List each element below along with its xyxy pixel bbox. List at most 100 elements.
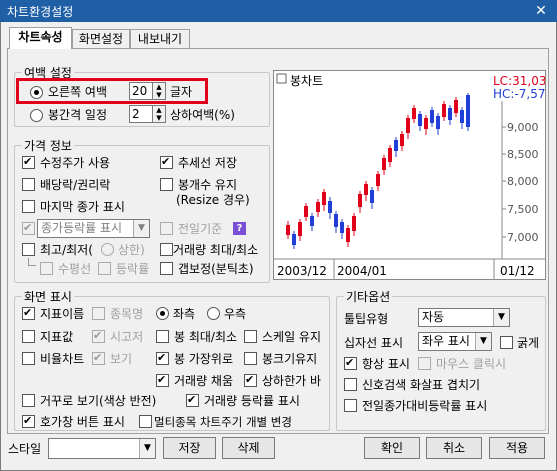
candle-gap-unit: 상하여백(%): [170, 108, 235, 122]
last-price-label: 마지막 종가 표시: [40, 200, 125, 214]
indicator-value-checkbox[interactable]: [22, 330, 35, 343]
candle-body: [454, 100, 458, 113]
scale-keep-checkbox[interactable]: [244, 330, 257, 343]
x-label-left: 2003/12: [277, 264, 327, 278]
hc-label: HC:-7,57: [493, 87, 546, 101]
candle-body: [448, 108, 452, 120]
candle-top-checkbox[interactable]: [156, 351, 169, 365]
bold-label: 굵게: [517, 336, 540, 350]
reverse-view-checkbox[interactable]: [22, 394, 35, 407]
item-name-checkbox[interactable]: [92, 307, 105, 320]
trendline-save-checkbox[interactable]: [160, 155, 173, 169]
mouse-click-checkbox[interactable]: [418, 357, 431, 370]
gap-adjust-checkbox[interactable]: [160, 262, 173, 275]
cancel-button[interactable]: 취소: [426, 437, 482, 459]
candle-body: [400, 134, 404, 146]
sub-flat-checkbox[interactable]: [40, 262, 53, 275]
item-name-label: 종목명: [110, 307, 144, 321]
prev-base-label: 전일기준: [178, 222, 223, 236]
position-right-label: 우측: [224, 307, 247, 321]
candle-body: [442, 104, 446, 117]
bold-checkbox[interactable]: [500, 336, 513, 349]
tree-connector: [28, 258, 36, 266]
save-button[interactable]: 저장: [163, 437, 216, 459]
candle-gap-input[interactable]: 2: [129, 105, 153, 123]
signal-overlap-checkbox[interactable]: [344, 378, 357, 391]
y-tick-label: 9,000: [507, 121, 539, 134]
sub-rate-checkbox[interactable]: [98, 262, 111, 275]
view-label: 보기: [110, 352, 133, 366]
multi-item-checkbox[interactable]: [139, 415, 152, 428]
tab-chart-properties[interactable]: 차트속성: [9, 27, 72, 49]
candle-keep-label: 봉개수 유지: [178, 178, 238, 192]
candle-body: [292, 234, 296, 245]
upper-lower-checkbox[interactable]: [244, 373, 257, 387]
tab-export[interactable]: 내보내기: [130, 29, 190, 49]
sub-rate-label: 등락률: [116, 262, 150, 276]
candle-gap-spinner[interactable]: ▲ ▼: [152, 105, 166, 123]
y-ticks: 9,000 8,500 8,000 7,500 7,000: [502, 121, 539, 244]
tooltip-select[interactable]: 자동 ▼: [418, 308, 510, 327]
help-icon[interactable]: ?: [233, 222, 246, 235]
dividend-label: 배당락/권리락: [40, 178, 111, 192]
chevron-down-icon: ▼: [133, 220, 149, 237]
candle-body: [388, 148, 392, 162]
prev-base-checkbox[interactable]: [160, 222, 173, 235]
signal-overlap-label: 신호검색 화살표 겹치기: [362, 378, 481, 392]
candle-top-label: 봉 가장위로: [174, 352, 234, 366]
candle-body: [436, 116, 440, 129]
candle-gap-radio[interactable]: [30, 109, 43, 122]
right-margin-radio[interactable]: [30, 86, 43, 99]
last-price-checkbox[interactable]: [22, 200, 35, 213]
candle-hl-checkbox[interactable]: [156, 330, 169, 343]
volume-fill-checkbox[interactable]: [156, 373, 169, 387]
candle-body: [346, 228, 350, 242]
chevron-down-icon: ▼: [139, 439, 155, 458]
crosshair-select[interactable]: 좌우 표시 ▼: [418, 332, 492, 351]
tooltip-label: 툴팁유형: [344, 312, 389, 326]
high-low-option-radio[interactable]: [101, 243, 114, 256]
preview-title: 봉차트: [290, 74, 323, 88]
position-left-radio[interactable]: [156, 307, 169, 320]
right-margin-input[interactable]: 20: [129, 82, 153, 100]
rate-show-checkbox[interactable]: [22, 221, 35, 235]
hoga-button-checkbox[interactable]: [22, 414, 35, 428]
high-low-checkbox[interactable]: [22, 243, 35, 256]
time-axis-label: 시고저: [110, 330, 144, 344]
view-checkbox[interactable]: [92, 351, 105, 365]
right-margin-spinner[interactable]: ▲ ▼: [152, 82, 166, 100]
rate-show-select[interactable]: 종가등락률 표시 ▼: [37, 219, 150, 238]
candle-body: [394, 140, 398, 151]
delete-button[interactable]: 삭제: [222, 437, 275, 459]
candle-width-checkbox[interactable]: [244, 352, 257, 365]
always-show-label: 항상 표시: [362, 357, 410, 371]
candle-gap-label: 봉간격 일정: [48, 108, 108, 122]
resize-note: (Resize 경우): [176, 193, 250, 207]
position-right-radio[interactable]: [207, 307, 220, 320]
candle-body: [418, 114, 422, 126]
x-label-right: 01/12: [500, 264, 535, 278]
time-axis-checkbox[interactable]: [92, 329, 105, 343]
ok-button[interactable]: 확인: [364, 437, 420, 459]
right-margin-label: 오른쪽 여백: [48, 85, 108, 99]
tab-screen-settings[interactable]: 화면설정: [72, 29, 130, 49]
candle-body: [412, 108, 416, 119]
tooltip-value: 자동: [422, 310, 445, 324]
style-select[interactable]: ▼: [48, 438, 156, 459]
close-icon[interactable]: ✕: [530, 2, 552, 20]
volume-rate-checkbox[interactable]: [186, 393, 199, 407]
adj-price-checkbox[interactable]: [22, 155, 35, 169]
volume-hl-checkbox[interactable]: [160, 243, 173, 256]
ratio-chart-checkbox[interactable]: [22, 352, 35, 365]
always-show-checkbox[interactable]: [344, 356, 357, 370]
prev-close-rate-label: 전일종가대비등락률 표시: [362, 399, 488, 413]
indicator-name-checkbox[interactable]: [22, 306, 35, 320]
trendline-save-label: 추세선 저장: [178, 156, 238, 170]
prev-close-rate-checkbox[interactable]: [344, 399, 357, 412]
candle-hl-label: 봉 최대/최소: [174, 330, 238, 344]
apply-button[interactable]: 적용: [489, 437, 545, 459]
candle-body: [370, 190, 374, 203]
dividend-checkbox[interactable]: [22, 178, 35, 191]
candle-keep-checkbox[interactable]: [160, 178, 173, 191]
y-tick-label: 8,000: [507, 175, 539, 188]
